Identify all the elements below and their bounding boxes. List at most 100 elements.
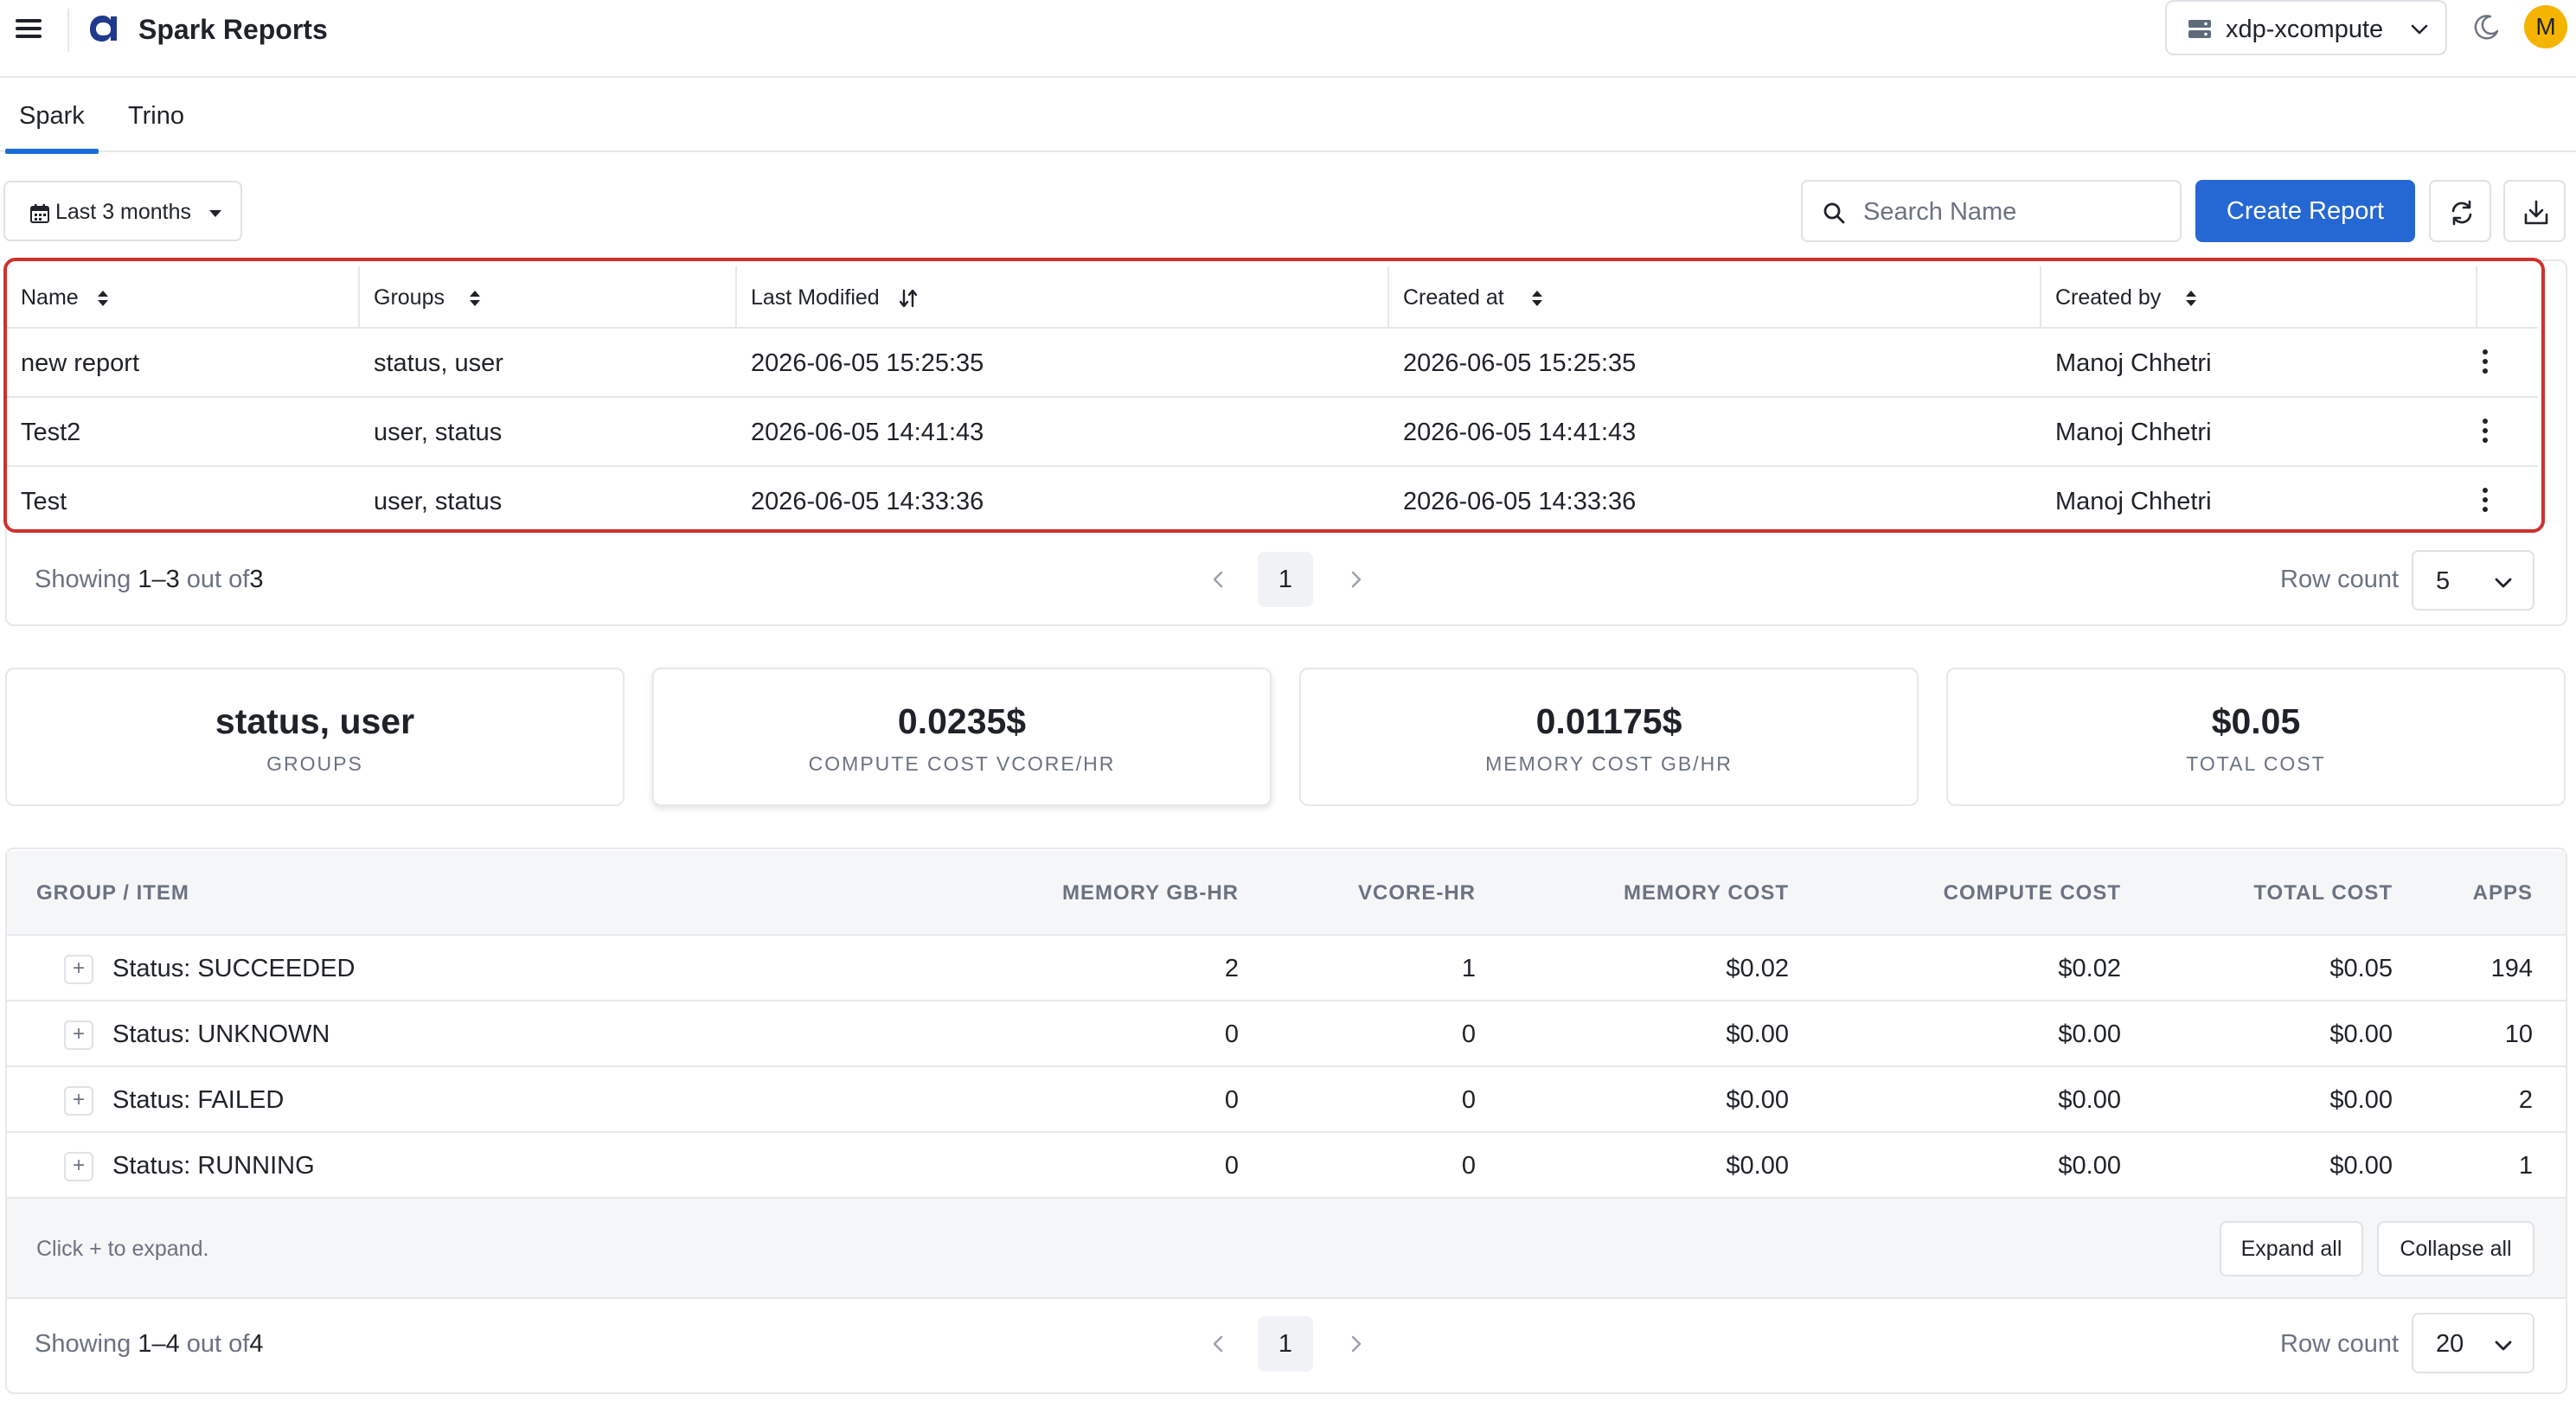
report-created-at: 2026-06-05 14:41:43: [1403, 419, 1637, 446]
chevron-left-icon[interactable]: [1208, 1334, 1228, 1354]
expand-row-button[interactable]: +: [64, 1086, 93, 1116]
report-created-by: Manoj Chhetri: [2055, 488, 2212, 515]
table-row[interactable]: new report status, user 2026-06-05 15:25…: [7, 329, 2538, 398]
row-count-select[interactable]: 5: [2412, 550, 2534, 611]
search-box[interactable]: [1801, 180, 2182, 242]
group-name: Status: UNKNOWN: [112, 1020, 330, 1048]
table-row: + Status: RUNNING 0 0 $0.00 $0.00 $0.00 …: [7, 1133, 2566, 1199]
page-number[interactable]: 1: [1258, 1316, 1313, 1372]
chevron-down-icon: [2411, 24, 2428, 35]
compute-cost: $0.00: [2058, 1086, 2121, 1114]
memory-gb-hr: 0: [1224, 1086, 1239, 1114]
table-row[interactable]: Test user, status 2026-06-05 14:33:36 20…: [7, 467, 2538, 536]
report-tabs: Spark Trino: [0, 86, 2576, 154]
showing-total: 4: [249, 1330, 264, 1358]
report-created-by: Manoj Chhetri: [2055, 349, 2212, 377]
group-name: Status: SUCCEEDED: [112, 955, 356, 982]
report-groups: user, status: [374, 419, 503, 446]
cluster-select[interactable]: xdp-xcompute: [2165, 0, 2447, 55]
calendar-icon: [30, 204, 49, 223]
search-icon: [1823, 202, 1845, 224]
create-report-button[interactable]: Create Report: [2195, 180, 2415, 242]
avatar[interactable]: M: [2524, 5, 2567, 48]
server-icon: [2188, 20, 2211, 38]
column-header-group-item: GROUP / ITEM: [36, 881, 189, 905]
column-header-last-modified[interactable]: Last Modified: [737, 266, 1389, 329]
expand-hint: Click + to expand.: [36, 1237, 209, 1261]
more-options-icon[interactable]: [2481, 419, 2489, 445]
sort-icon: [98, 291, 108, 306]
column-label: Created at: [1403, 285, 1504, 310]
summary-label: COMPUTE COST VCORE/HR: [808, 752, 1116, 775]
report-name[interactable]: Test2: [21, 417, 80, 448]
chevron-down-icon: [2495, 1340, 2512, 1351]
top-bar: Spark Reports xdp-xcompute M: [0, 0, 2576, 78]
app-logo-icon: [90, 16, 117, 42]
memory-cost: $0.02: [1726, 955, 1789, 982]
date-range-button[interactable]: Last 3 months: [3, 181, 242, 241]
row-count-value: 20: [2436, 1330, 2464, 1358]
compute-cost: $0.00: [2058, 1020, 2121, 1048]
out-of-label: out of: [186, 566, 250, 593]
summary-value: $0.05: [2211, 701, 2301, 741]
report-created-at: 2026-06-05 15:25:35: [1403, 349, 1637, 377]
apps-count: 10: [2504, 1020, 2533, 1048]
expand-row-button[interactable]: +: [64, 955, 93, 984]
reports-table-header: Name Groups Last Modified Created at Cre…: [7, 266, 2538, 329]
column-header-total-cost: TOTAL COST: [2253, 881, 2393, 905]
collapse-all-button[interactable]: Collapse all: [2377, 1221, 2534, 1276]
more-options-icon[interactable]: [2481, 349, 2489, 375]
expand-row-button[interactable]: +: [64, 1152, 93, 1181]
column-label: Name: [21, 285, 79, 310]
compute-cost: $0.00: [2058, 1152, 2121, 1180]
column-header-created-at[interactable]: Created at: [1389, 266, 2041, 329]
report-name[interactable]: new report: [21, 348, 139, 379]
report-created-at: 2026-06-05 14:33:36: [1403, 488, 1637, 515]
vcore-hr: 0: [1461, 1152, 1476, 1180]
column-header-vcore-hr: VCORE-HR: [1357, 881, 1476, 905]
tab-spark[interactable]: Spark: [5, 99, 99, 154]
memory-gb-hr: 0: [1224, 1152, 1239, 1180]
column-header-created-by[interactable]: Created by: [2041, 266, 2477, 329]
row-count-label: Row count: [2280, 1330, 2400, 1358]
table-row[interactable]: Test2 user, status 2026-06-05 14:41:43 2…: [7, 398, 2538, 467]
sort-icon: [1532, 291, 1542, 306]
summary-card-memory-cost: 0.01175$ MEMORY COST GB/HR: [1299, 668, 1919, 806]
memory-cost: $0.00: [1726, 1152, 1789, 1180]
expand-all-button[interactable]: Expand all: [2220, 1221, 2363, 1276]
apps-count: 2: [2518, 1086, 2533, 1114]
report-created-by: Manoj Chhetri: [2055, 419, 2212, 446]
memory-cost: $0.00: [1726, 1020, 1789, 1048]
chevron-left-icon[interactable]: [1208, 569, 1228, 590]
showing-range: 1–4: [138, 1330, 180, 1358]
app-title: Spark Reports: [138, 14, 328, 45]
row-count-select[interactable]: 20: [2412, 1313, 2534, 1373]
apps-count: 1: [2518, 1152, 2533, 1180]
more-options-icon[interactable]: [2481, 488, 2489, 514]
refresh-icon: [2451, 200, 2472, 226]
vcore-hr: 1: [1461, 955, 1476, 982]
chevron-down-icon: [2495, 578, 2512, 588]
report-name[interactable]: Test: [21, 486, 67, 517]
summary-card-total-cost: $0.05 TOTAL COST: [1946, 668, 2566, 806]
moon-icon[interactable]: [2472, 12, 2502, 42]
tab-trino[interactable]: Trino: [128, 99, 184, 133]
chevron-right-icon[interactable]: [1346, 569, 1367, 590]
refresh-button[interactable]: [2429, 180, 2491, 242]
chevron-right-icon[interactable]: [1346, 1334, 1367, 1354]
showing-total: 3: [249, 566, 264, 593]
column-header-groups[interactable]: Groups: [360, 266, 737, 329]
column-header-memory-cost: MEMORY COST: [1623, 881, 1789, 905]
group-name: Status: RUNNING: [112, 1152, 315, 1180]
download-button[interactable]: [2503, 180, 2566, 242]
page-number[interactable]: 1: [1258, 552, 1313, 607]
column-header-name[interactable]: Name: [7, 266, 360, 329]
total-cost: $0.00: [2329, 1086, 2393, 1114]
menu-icon[interactable]: [16, 17, 42, 40]
memory-gb-hr: 2: [1224, 955, 1239, 982]
apps-count: 194: [2490, 955, 2533, 982]
expand-row-button[interactable]: +: [64, 1020, 93, 1050]
compute-cost: $0.02: [2058, 955, 2121, 982]
pagination-summary: Showing 1–4 out of4: [35, 1328, 263, 1359]
search-input[interactable]: [1863, 194, 2166, 230]
